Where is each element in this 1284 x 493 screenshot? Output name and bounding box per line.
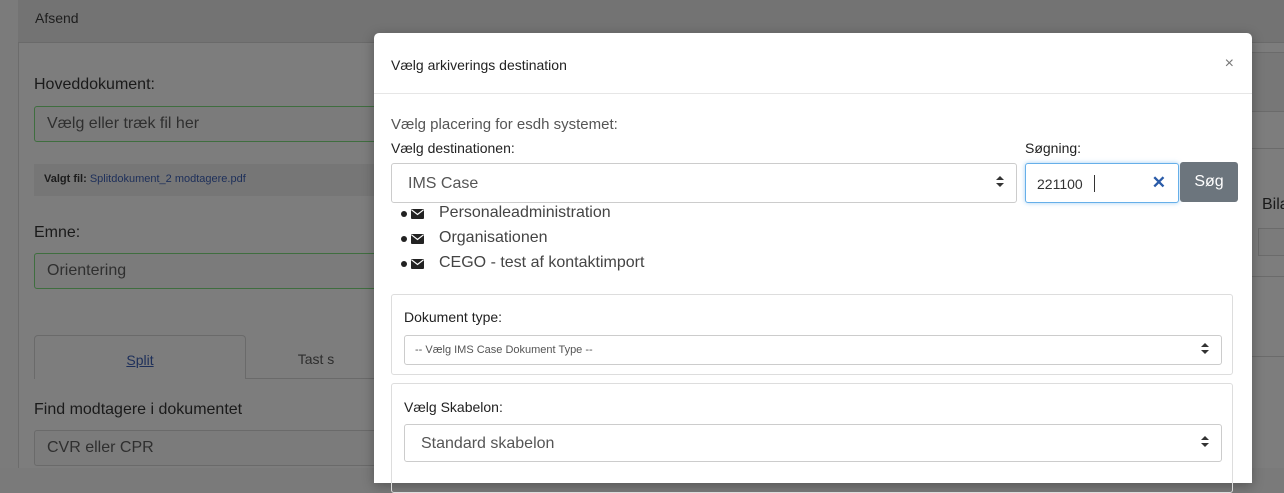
select-arrows-icon bbox=[1201, 436, 1209, 450]
search-field[interactable]: 221100 ✕ bbox=[1025, 163, 1179, 203]
destination-item[interactable]: Personaleadministration bbox=[391, 204, 644, 229]
archive-destination-modal: Vælg arkiverings destination × Vælg plac… bbox=[374, 33, 1252, 493]
selected-file-prefix: Valgt fil: bbox=[44, 173, 87, 185]
envelope-icon bbox=[411, 234, 424, 244]
document-type-label: Dokument type: bbox=[404, 309, 503, 325]
find-recipients-label: Find modtagere i dokumentet bbox=[34, 401, 243, 418]
document-type-select[interactable]: -- Vælg IMS Case Dokument Type -- bbox=[404, 335, 1222, 365]
destination-select[interactable]: IMS Case bbox=[391, 163, 1017, 203]
modal-title: Vælg arkiverings destination bbox=[391, 57, 567, 73]
subject-label: Emne: bbox=[34, 224, 81, 241]
select-arrows-icon bbox=[1201, 343, 1209, 357]
attachments-label: Bila bbox=[1262, 196, 1284, 213]
bullet bbox=[401, 211, 407, 217]
template-label: Vælg Skabelon: bbox=[404, 399, 503, 415]
destination-item[interactable]: Organisationen bbox=[391, 229, 644, 254]
destination-item-label: CEGO - test af kontaktimport bbox=[439, 254, 645, 271]
template-select[interactable]: Standard skabelon bbox=[404, 424, 1222, 462]
cvr-cpr-input[interactable]: CVR eller CPR bbox=[34, 430, 384, 466]
search-input[interactable]: 221100 bbox=[1037, 176, 1083, 192]
clear-search-icon[interactable]: ✕ bbox=[1152, 173, 1166, 193]
envelope-icon bbox=[411, 259, 424, 269]
tab-split[interactable]: Split bbox=[34, 335, 246, 379]
right-divider-3 bbox=[1252, 356, 1284, 357]
right-divider-2 bbox=[1252, 276, 1284, 277]
envelope-icon bbox=[411, 209, 424, 219]
selected-file-link[interactable]: Splitdokument_2 modtagere.pdf bbox=[90, 173, 246, 185]
selected-file-info: Valgt fil: Splitdokument_2 modtagere.pdf bbox=[34, 164, 384, 196]
bullet bbox=[401, 236, 407, 242]
tab-type[interactable]: Tast s bbox=[246, 335, 386, 379]
text-cursor bbox=[1094, 175, 1095, 192]
bullet bbox=[401, 261, 407, 267]
close-icon[interactable]: × bbox=[1225, 55, 1234, 73]
modal-header: Vælg arkiverings destination × bbox=[374, 33, 1252, 94]
select-arrows-icon bbox=[996, 176, 1004, 190]
document-type-panel: Dokument type: -- Vælg IMS Case Dokument… bbox=[391, 294, 1233, 375]
right-divider bbox=[1252, 148, 1284, 149]
destination-item-label: Personaleadministration bbox=[439, 204, 611, 221]
destination-list: Personaleadministration Organisationen C… bbox=[391, 204, 644, 279]
search-label: Søgning: bbox=[1025, 140, 1082, 156]
main-document-file-input[interactable]: Vælg eller træk fil her bbox=[34, 106, 384, 142]
subject-input[interactable]: Orientering bbox=[34, 253, 384, 289]
destination-select-value: IMS Case bbox=[408, 175, 479, 192]
template-panel: Vælg Skabelon: Standard skabelon bbox=[391, 383, 1233, 493]
destination-label: Vælg destinationen: bbox=[391, 140, 515, 156]
search-button[interactable]: Søg bbox=[1180, 162, 1238, 202]
document-type-select-value: -- Vælg IMS Case Dokument Type -- bbox=[415, 344, 593, 356]
right-panel-bar bbox=[1252, 52, 1284, 112]
destination-item-label: Organisationen bbox=[439, 229, 548, 246]
main-document-label: Hoveddokument: bbox=[34, 76, 155, 93]
destination-item[interactable]: CEGO - test af kontaktimport bbox=[391, 254, 644, 279]
template-select-value: Standard skabelon bbox=[421, 435, 555, 452]
send-panel-title: Afsend bbox=[35, 10, 79, 26]
attachments-input[interactable] bbox=[1258, 228, 1284, 256]
placement-helper-text: Vælg placering for esdh systemet: bbox=[391, 116, 618, 133]
